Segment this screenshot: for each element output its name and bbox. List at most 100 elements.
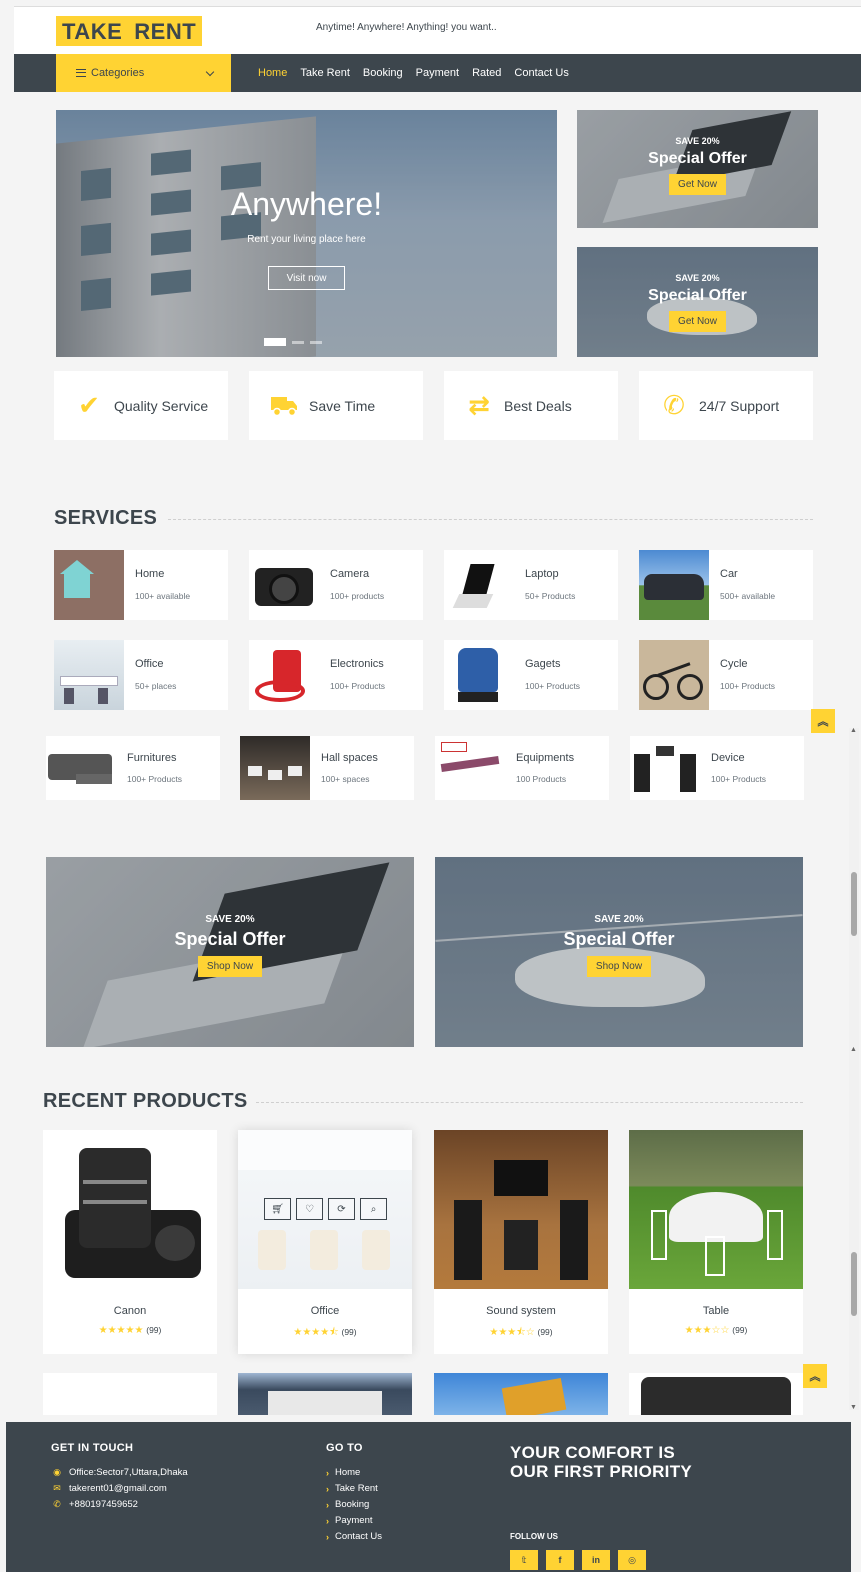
scrollbar-thumb[interactable]: [851, 872, 857, 936]
logo[interactable]: TAKE RENT: [56, 16, 203, 46]
nav-link-take-rent[interactable]: Take Rent: [300, 67, 350, 79]
hero-carousel[interactable]: Anywhere! Rent your living place here Vi…: [56, 110, 557, 357]
heart-icon[interactable]: ♡: [296, 1198, 323, 1220]
scroll-up-arrow[interactable]: ▲: [850, 727, 857, 734]
service-image: [630, 736, 700, 800]
star-icons: ★★★⯪☆: [489, 1327, 535, 1338]
service-card-laptop[interactable]: Laptop 50+ Products: [444, 550, 618, 620]
map-marker-icon: ◉: [53, 1467, 61, 1477]
product-card-partial[interactable]: [629, 1373, 803, 1415]
service-card-device[interactable]: Device 100+ Products: [630, 736, 804, 800]
back-to-top-button[interactable]: ︽: [811, 709, 835, 733]
phone-icon: ✆: [663, 390, 685, 420]
product-card-table[interactable]: Table ★★★☆☆ (99): [629, 1130, 803, 1354]
contact-title: GET IN TOUCH: [51, 1442, 134, 1454]
contact-email: ✉ takerent01@gmail.com: [51, 1483, 167, 1494]
product-card-canon[interactable]: Canon ★★★★★ (99): [43, 1130, 217, 1354]
service-card-car[interactable]: Car 500+ available: [639, 550, 813, 620]
service-card-camera[interactable]: Camera 100+ products: [249, 550, 423, 620]
footer-link-payment[interactable]: › Payment: [326, 1515, 373, 1526]
footer-link-home[interactable]: › Home: [326, 1467, 360, 1478]
service-card-hall-spaces[interactable]: Hall spaces 100+ spaces: [240, 736, 414, 800]
product-rating: ★★★★★ (99): [43, 1325, 217, 1336]
nav-link-payment[interactable]: Payment: [416, 67, 459, 79]
top-bar: TAKE RENT Anytime! Anywhere! Anything! y…: [14, 6, 861, 54]
scroll-down-arrow[interactable]: ▼: [850, 1404, 857, 1411]
product-card-office[interactable]: 🛒︎ ♡ ⟳ ⌕ Office ★★★★⯪ (99): [238, 1130, 412, 1354]
chevron-right-icon: ›: [326, 1531, 329, 1542]
service-image: [240, 736, 310, 800]
review-count: (99): [341, 1327, 357, 1337]
nav-link-home[interactable]: Home: [258, 67, 287, 79]
service-card-electronics[interactable]: Electronics 100+ Products: [249, 640, 423, 710]
feature-label: 24/7 Support: [699, 397, 780, 414]
nav-link-booking[interactable]: Booking: [363, 67, 403, 79]
visit-now-button[interactable]: Visit now: [268, 266, 345, 290]
chevron-down-icon: [205, 67, 215, 76]
service-count: 100+ products: [330, 591, 385, 601]
nav-link-contact-us[interactable]: Contact Us: [514, 67, 568, 79]
product-card-sound-system[interactable]: Sound system ★★★⯪☆ (99): [434, 1130, 608, 1354]
service-card-furnitures[interactable]: Furnitures 100+ Products: [46, 736, 220, 800]
service-image: [639, 640, 709, 710]
product-name: Canon: [113, 1305, 147, 1317]
service-card-gagets[interactable]: Gagets 100+ Products: [444, 640, 618, 710]
review-count: (99): [732, 1325, 748, 1335]
cart-icon[interactable]: 🛒︎: [264, 1198, 291, 1220]
facebook-icon[interactable]: f: [546, 1550, 574, 1570]
service-count: 100+ available: [135, 591, 191, 601]
sync-icon[interactable]: ⟳: [328, 1198, 355, 1220]
service-name: Car: [720, 568, 738, 580]
service-card-equipments[interactable]: Equipments 100 Products: [435, 736, 609, 800]
product-name: Sound system: [486, 1305, 556, 1317]
twitter-icon[interactable]: 𝕥: [510, 1550, 538, 1570]
service-name: Office: [135, 658, 164, 670]
carousel-dot-2[interactable]: [292, 340, 304, 344]
chevron-right-icon: ›: [326, 1515, 329, 1526]
footer-link-take-rent[interactable]: › Take Rent: [326, 1483, 378, 1494]
contact-address: ◉ Office:Sector7,Uttara,Dhaka: [51, 1467, 188, 1478]
feature-label: Best Deals: [504, 397, 572, 414]
product-card-partial[interactable]: [238, 1373, 412, 1415]
get-now-button[interactable]: Get Now: [669, 311, 726, 332]
product-image: [629, 1130, 803, 1289]
search-icon[interactable]: ⌕: [360, 1198, 387, 1220]
carousel-dot-1[interactable]: [264, 338, 286, 346]
chevron-right-icon: ›: [326, 1499, 329, 1510]
service-card-cycle[interactable]: Cycle 100+ Products: [639, 640, 813, 710]
service-name: Cycle: [720, 658, 748, 670]
feature-support: ✆ 24/7 Support: [639, 371, 813, 440]
service-name: Gagets: [525, 658, 561, 670]
instagram-icon[interactable]: ◎: [618, 1550, 646, 1570]
carousel-dot-3[interactable]: [310, 340, 322, 344]
scrollbar-thumb[interactable]: [851, 1252, 857, 1316]
shop-now-button[interactable]: Shop Now: [197, 956, 263, 977]
service-name: Laptop: [525, 568, 559, 580]
main-nav: Categories Home Take Rent Booking Paymen…: [14, 54, 861, 92]
nav-link-rated[interactable]: Rated: [472, 67, 501, 79]
back-to-top-button[interactable]: ︽: [803, 1364, 827, 1388]
feature-save-time: Save Time: [249, 371, 423, 440]
footer-link-contact-us[interactable]: › Contact Us: [326, 1531, 382, 1542]
service-card-office[interactable]: Office 50+ places: [54, 640, 228, 710]
service-name: Equipments: [516, 752, 575, 764]
email-text[interactable]: takerent01@gmail.com: [69, 1483, 167, 1494]
service-name: Hall spaces: [321, 752, 378, 764]
footer-link-booking[interactable]: › Booking: [326, 1499, 369, 1510]
product-card-partial[interactable]: [43, 1373, 217, 1415]
contact-phone: ✆ +880197459652: [51, 1499, 138, 1510]
scrollbar[interactable]: [849, 1046, 859, 1410]
shop-now-button[interactable]: Shop Now: [586, 956, 652, 977]
product-card-partial[interactable]: [434, 1373, 608, 1415]
service-card-home[interactable]: Home 100+ available: [54, 550, 228, 620]
hero-title: Anywhere!: [230, 186, 383, 222]
service-image: [249, 550, 319, 620]
footer-link-label: Payment: [335, 1515, 373, 1526]
linkedin-icon[interactable]: in: [582, 1550, 610, 1570]
footer-link-label: Home: [335, 1467, 361, 1478]
service-image: [444, 550, 514, 620]
scroll-up-arrow[interactable]: ▲: [850, 1046, 857, 1053]
get-now-button[interactable]: Get Now: [669, 174, 726, 195]
phone-text[interactable]: +880197459652: [69, 1499, 138, 1510]
categories-dropdown[interactable]: Categories: [56, 54, 231, 92]
